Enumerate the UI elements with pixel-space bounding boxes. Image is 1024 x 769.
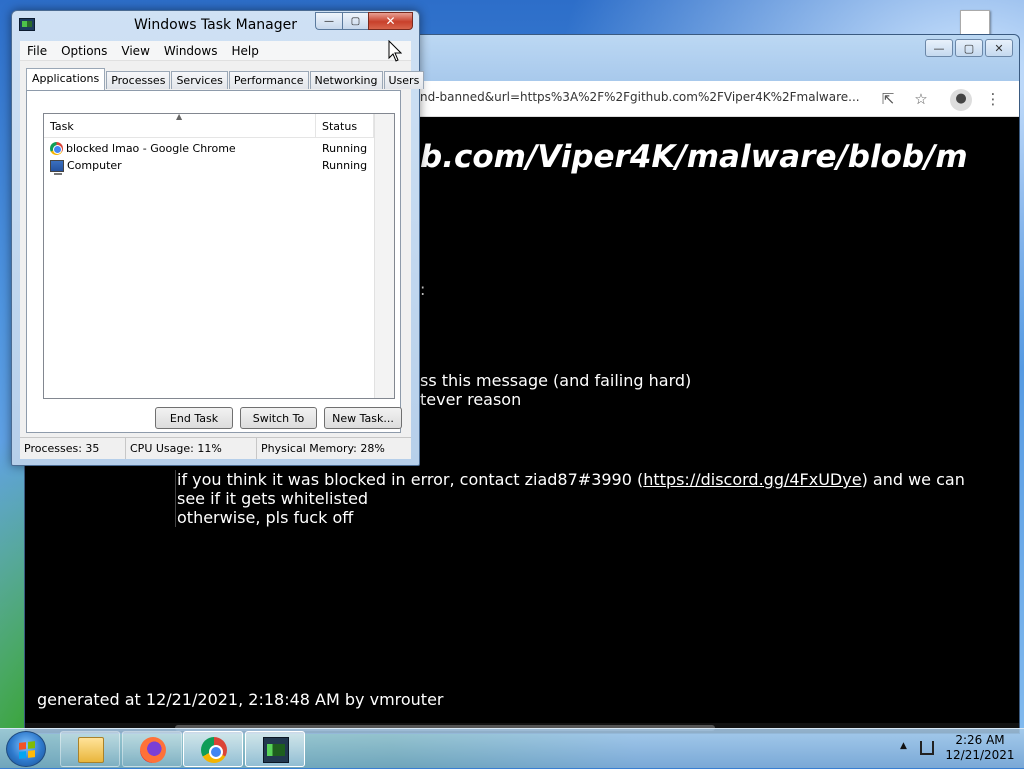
maximize-button[interactable]: ▢ (342, 12, 368, 30)
clock-time: 2:26 AM (955, 733, 1005, 747)
generated-footer: generated at 12/21/2021, 2:18:48 AM by v… (37, 690, 444, 709)
windows-logo-icon (19, 741, 35, 759)
tab-performance[interactable]: Performance (228, 71, 309, 89)
menu-options[interactable]: Options (54, 44, 114, 58)
applications-panel: ▲ Task Status blocked lmao - Google Chro… (26, 90, 402, 433)
taskbar-chrome[interactable] (183, 731, 243, 767)
minimize-button[interactable]: — (315, 12, 342, 30)
clock[interactable]: 2:26 AM 12/21/2021 (940, 733, 1020, 763)
tab-networking[interactable]: Networking (309, 71, 383, 89)
tab-services[interactable]: Services (171, 71, 228, 89)
taskbar-explorer[interactable] (60, 731, 120, 767)
menu-file[interactable]: File (20, 44, 54, 58)
list-header: ▲ Task Status (44, 112, 394, 138)
profile-icon[interactable]: ● (950, 89, 972, 111)
task-status: Running (322, 159, 368, 172)
firefox-icon (140, 737, 166, 763)
tab-processes[interactable]: Processes (106, 71, 171, 89)
contact-message-text: if you think it was blocked in error, co… (177, 470, 644, 489)
show-hidden-icons-icon[interactable]: ▲ (900, 741, 907, 751)
menu-bar: File Options View Windows Help (20, 41, 411, 61)
chrome-maximize-button[interactable]: ▢ (955, 39, 983, 57)
chrome-icon (201, 737, 227, 763)
windows-explorer-icon (78, 737, 104, 763)
menu-help[interactable]: Help (224, 44, 265, 58)
task-row[interactable]: Computer Running (44, 157, 394, 175)
chrome-icon (50, 142, 63, 155)
task-manager-icon (263, 737, 289, 763)
cpu-usage: CPU Usage: 11% (126, 438, 257, 459)
kebab-menu-icon[interactable]: ⋮ (983, 89, 1003, 109)
taskbar-task-manager[interactable] (245, 731, 305, 767)
task-name: Computer (67, 159, 122, 172)
column-status-label: Status (322, 120, 358, 133)
blocked-url-heading: b.com/Viper4K/malware/blob/m (420, 139, 968, 175)
physical-memory: Physical Memory: 28% (261, 442, 385, 455)
task-list[interactable]: ▲ Task Status blocked lmao - Google Chro… (43, 112, 395, 399)
star-icon[interactable]: ☆ (911, 89, 931, 109)
column-task-label: Task (50, 120, 74, 133)
end-task-button[interactable]: End Task (155, 407, 233, 429)
task-row[interactable]: blocked lmao - Google Chrome Running (44, 140, 394, 157)
task-manager-body: Applications Processes Services Performa… (20, 61, 425, 459)
new-task-button[interactable]: New Task... (324, 407, 402, 429)
start-button[interactable] (6, 731, 46, 767)
switch-to-button[interactable]: Switch To (240, 407, 317, 429)
task-name: blocked lmao - Google Chrome (66, 142, 236, 155)
taskbar-firefox[interactable] (122, 731, 182, 767)
message-line-1: ss this message (and failing hard) (420, 371, 692, 390)
dismissal-text: otherwise, pls fuck off (177, 508, 354, 527)
share-icon[interactable]: ⇱ (878, 89, 898, 109)
task-manager-window: Windows Task Manager — ▢ ✕ File Options … (11, 10, 425, 466)
taskbar: ▲ 2:26 AM 12/21/2021 (0, 728, 1024, 768)
colon-text: : (420, 280, 426, 299)
status-bar: Processes: 35 CPU Usage: 11% Physical Me… (20, 437, 411, 459)
task-row-name-cell: Computer (44, 159, 316, 175)
task-manager-titlebar[interactable]: Windows Task Manager — ▢ ✕ (12, 11, 419, 39)
chrome-close-button[interactable]: ✕ (985, 39, 1013, 57)
sort-ascending-icon: ▲ (176, 112, 183, 121)
chrome-minimize-button[interactable]: — (925, 39, 953, 57)
list-scrollbar[interactable] (374, 114, 394, 398)
tab-strip: Applications Processes Services Performa… (26, 67, 425, 90)
column-header-task[interactable]: ▲ Task (44, 112, 316, 137)
network-icon[interactable] (920, 741, 934, 755)
tab-applications[interactable]: Applications (26, 68, 106, 90)
message-line-2: tever reason (420, 390, 522, 409)
computer-icon (50, 159, 64, 175)
processes-count: Processes: 35 (20, 438, 126, 459)
clock-date: 12/21/2021 (945, 748, 1015, 762)
discord-link[interactable]: https://discord.gg/4FxUDye (643, 470, 861, 489)
menu-view[interactable]: View (114, 44, 156, 58)
task-status: Running (322, 142, 368, 155)
system-tray: ▲ 2:26 AM 12/21/2021 (896, 729, 1024, 769)
menu-windows[interactable]: Windows (157, 44, 225, 58)
address-bar[interactable]: nd-banned&url=https%3A%2F%2Fgithub.com%2… (420, 90, 890, 110)
tab-users[interactable]: Users (383, 71, 425, 89)
close-button[interactable]: ✕ (368, 12, 413, 30)
task-row-name-cell: blocked lmao - Google Chrome (44, 142, 316, 155)
contact-message: if you think it was blocked in error, co… (175, 470, 995, 527)
mouse-cursor-icon (388, 40, 402, 62)
column-header-status[interactable]: Status (316, 114, 374, 137)
